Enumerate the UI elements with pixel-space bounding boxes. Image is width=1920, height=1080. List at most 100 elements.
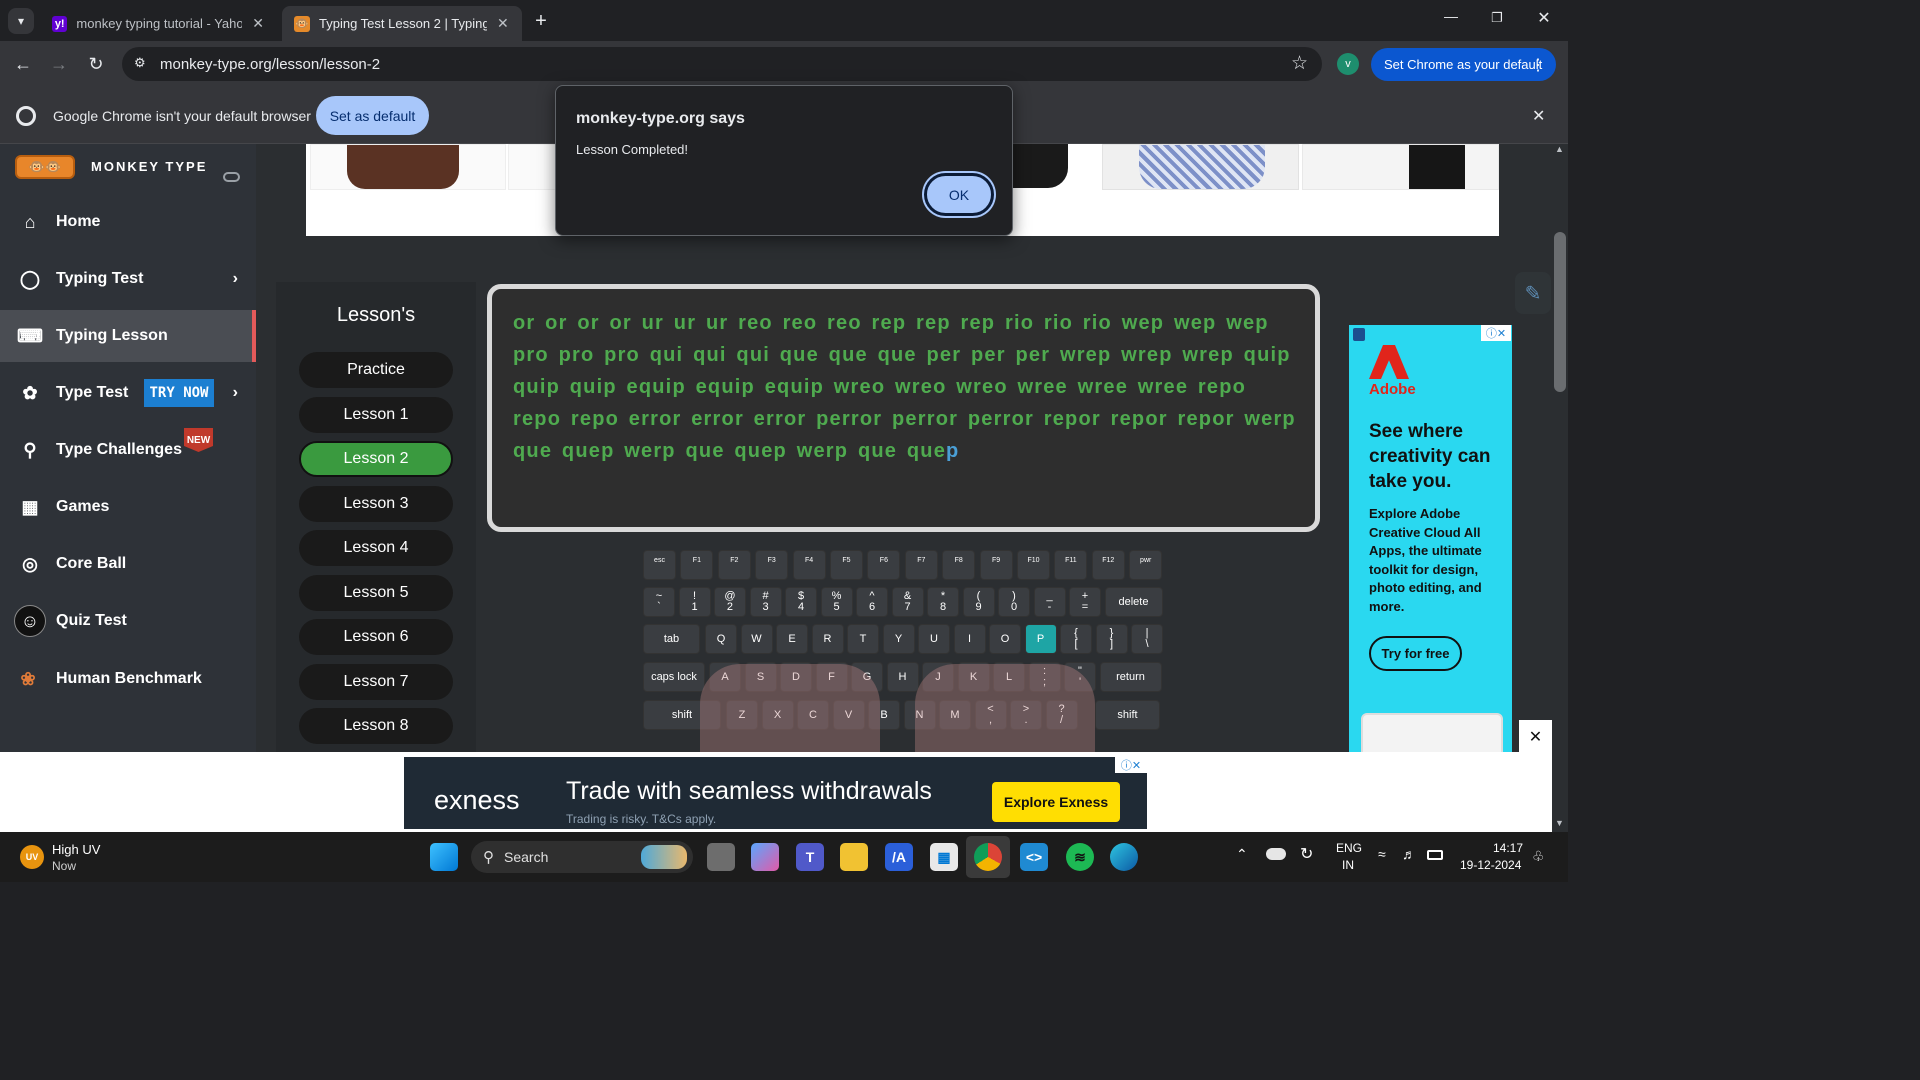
key-e[interactable]: E: [776, 624, 808, 654]
brand-logo[interactable]: 🐵🐵: [15, 155, 75, 179]
key-f7[interactable]: F7: [904, 550, 938, 580]
key-f3[interactable]: F3: [755, 550, 789, 580]
key-f8[interactable]: F8: [942, 550, 976, 580]
sidebar-item-core-ball[interactable]: ◎ Core Ball: [0, 538, 256, 590]
key-return[interactable]: return: [1099, 662, 1162, 692]
set-as-default-button[interactable]: Set as default: [316, 96, 429, 135]
key-f6[interactable]: F6: [867, 550, 901, 580]
close-tab-icon[interactable]: ✕: [252, 15, 264, 32]
key-!1[interactable]: ! 1: [678, 587, 711, 617]
key-q[interactable]: Q: [705, 624, 737, 654]
explore-exness-button[interactable]: Explore Exness: [992, 782, 1120, 822]
sync-icon[interactable]: ↻: [1300, 844, 1313, 864]
ad-choices-icon[interactable]: ⓘ✕: [1115, 757, 1147, 773]
key-f11[interactable]: F11: [1054, 550, 1088, 580]
chrome-taskbar-icon[interactable]: [974, 843, 1002, 871]
key-f9[interactable]: F9: [979, 550, 1013, 580]
lesson-3-button[interactable]: Lesson 3: [299, 486, 453, 522]
key-tab[interactable]: tab: [643, 624, 700, 654]
spotify-icon[interactable]: ≋: [1066, 843, 1094, 871]
key-r[interactable]: R: [811, 624, 844, 654]
key-u[interactable]: U: [918, 624, 950, 654]
scroll-up-arrow[interactable]: ▲: [1555, 144, 1564, 154]
volume-icon[interactable]: ♬: [1402, 846, 1416, 862]
tab-yahoo[interactable]: y! monkey typing tutorial - Yahoo ✕: [40, 6, 276, 41]
key-w[interactable]: W: [740, 624, 773, 654]
key-+=[interactable]: + =: [1069, 587, 1101, 617]
show-hidden-icons[interactable]: ⌃: [1236, 846, 1248, 863]
tab-typing-test[interactable]: 🐵 Typing Test Lesson 2 | Typing Cl ✕: [282, 6, 522, 41]
theme-toggle-icon[interactable]: [223, 172, 240, 182]
key-(9[interactable]: ( 9: [962, 587, 995, 617]
key-@2[interactable]: @ 2: [714, 587, 746, 617]
key-)0[interactable]: ) 0: [998, 587, 1030, 617]
bookmark-star-icon[interactable]: ☆: [1291, 52, 1308, 75]
lesson-5-button[interactable]: Lesson 5: [299, 575, 453, 611]
key-h[interactable]: H: [886, 662, 919, 692]
new-tab-button[interactable]: +: [530, 10, 552, 32]
key-pwr[interactable]: pwr: [1129, 550, 1163, 580]
wifi-icon[interactable]: ≈: [1378, 846, 1386, 862]
key-f12[interactable]: F12: [1091, 550, 1125, 580]
sidebar-item-games[interactable]: ▦ Games: [0, 481, 256, 533]
key-$4[interactable]: $ 4: [785, 587, 817, 617]
key-%5[interactable]: % 5: [820, 587, 853, 617]
reload-button[interactable]: ↻: [83, 51, 109, 77]
sidebar-item-human-benchmark[interactable]: ❀ Human Benchmark: [0, 653, 256, 705]
scroll-down-arrow[interactable]: ▼: [1555, 818, 1564, 828]
sidebar-item-home[interactable]: ⌂ Home: [0, 196, 256, 248]
teams-icon[interactable]: T: [796, 843, 824, 871]
adobe-ad[interactable]: ⓘ✕ Adobe See where creativity can take y…: [1349, 325, 1512, 755]
ad-product-card[interactable]: [508, 144, 558, 190]
key-delete[interactable]: delete: [1104, 587, 1163, 617]
app-icon[interactable]: /A: [885, 843, 913, 871]
start-icon[interactable]: [430, 843, 458, 871]
minimize-button[interactable]: —: [1436, 8, 1466, 32]
sidebar-item-type-test[interactable]: ✿ Type Test TRY NOW ›: [0, 367, 256, 419]
taskbar-search[interactable]: ⚲ Search: [471, 841, 693, 873]
ad-product-card[interactable]: [1302, 144, 1499, 190]
key-*8[interactable]: * 8: [927, 587, 959, 617]
lesson-8-button[interactable]: Lesson 8: [299, 708, 453, 744]
copilot-icon[interactable]: [751, 843, 779, 871]
site-info-icon[interactable]: ⚙: [134, 55, 146, 71]
key-f10[interactable]: F10: [1017, 550, 1050, 580]
key-caps-lock[interactable]: caps lock: [643, 662, 705, 692]
language-bottom[interactable]: IN: [1342, 858, 1354, 872]
forward-button[interactable]: →: [46, 51, 72, 77]
ad-product-card[interactable]: [310, 144, 506, 190]
key-f1[interactable]: F1: [680, 550, 714, 580]
profile-avatar[interactable]: v: [1337, 53, 1359, 75]
key-_-[interactable]: _ -: [1033, 587, 1066, 617]
close-infobar-icon[interactable]: ✕: [1532, 106, 1545, 126]
key-i[interactable]: I: [953, 624, 986, 654]
close-ad-button[interactable]: ✕: [1519, 720, 1552, 753]
lesson-1-button[interactable]: Lesson 1: [299, 397, 453, 433]
lesson-6-button[interactable]: Lesson 6: [299, 619, 453, 655]
clock-date[interactable]: 19-12-2024: [1460, 858, 1521, 872]
edge-icon[interactable]: [1110, 843, 1138, 871]
close-tab-icon[interactable]: ✕: [497, 15, 509, 32]
sidebar-item-typing-lesson[interactable]: ⌨ Typing Lesson: [0, 310, 256, 362]
lesson-4-button[interactable]: Lesson 4: [299, 530, 453, 566]
key-~`[interactable]: ~ `: [643, 587, 675, 617]
weather-widget[interactable]: UV High UV Now: [14, 840, 134, 876]
ad-choices-icon[interactable]: ⓘ✕: [1481, 325, 1511, 341]
key-&7[interactable]: & 7: [891, 587, 924, 617]
vscode-icon[interactable]: <>: [1020, 843, 1048, 871]
try-for-free-button[interactable]: Try for free: [1369, 636, 1462, 671]
ad-product-card[interactable]: [1102, 144, 1299, 190]
key-f4[interactable]: F4: [792, 550, 826, 580]
clock-time[interactable]: 14:17: [1493, 841, 1523, 855]
task-view-icon[interactable]: [707, 843, 735, 871]
set-chrome-default-button[interactable]: Set Chrome as your default ⋮: [1371, 48, 1556, 81]
typing-text-area[interactable]: or or or or ur ur ur reo reo reo rep rep…: [487, 284, 1320, 532]
onedrive-icon[interactable]: [1266, 848, 1286, 860]
key-t[interactable]: T: [847, 624, 879, 654]
scrollbar-thumb[interactable]: [1554, 232, 1566, 392]
key-o[interactable]: O: [989, 624, 1021, 654]
key-p[interactable]: P: [1024, 624, 1057, 654]
lesson-practice-button[interactable]: Practice: [299, 352, 453, 388]
key-|\[interactable]: | \: [1131, 624, 1163, 654]
language-top[interactable]: ENG: [1336, 841, 1362, 855]
